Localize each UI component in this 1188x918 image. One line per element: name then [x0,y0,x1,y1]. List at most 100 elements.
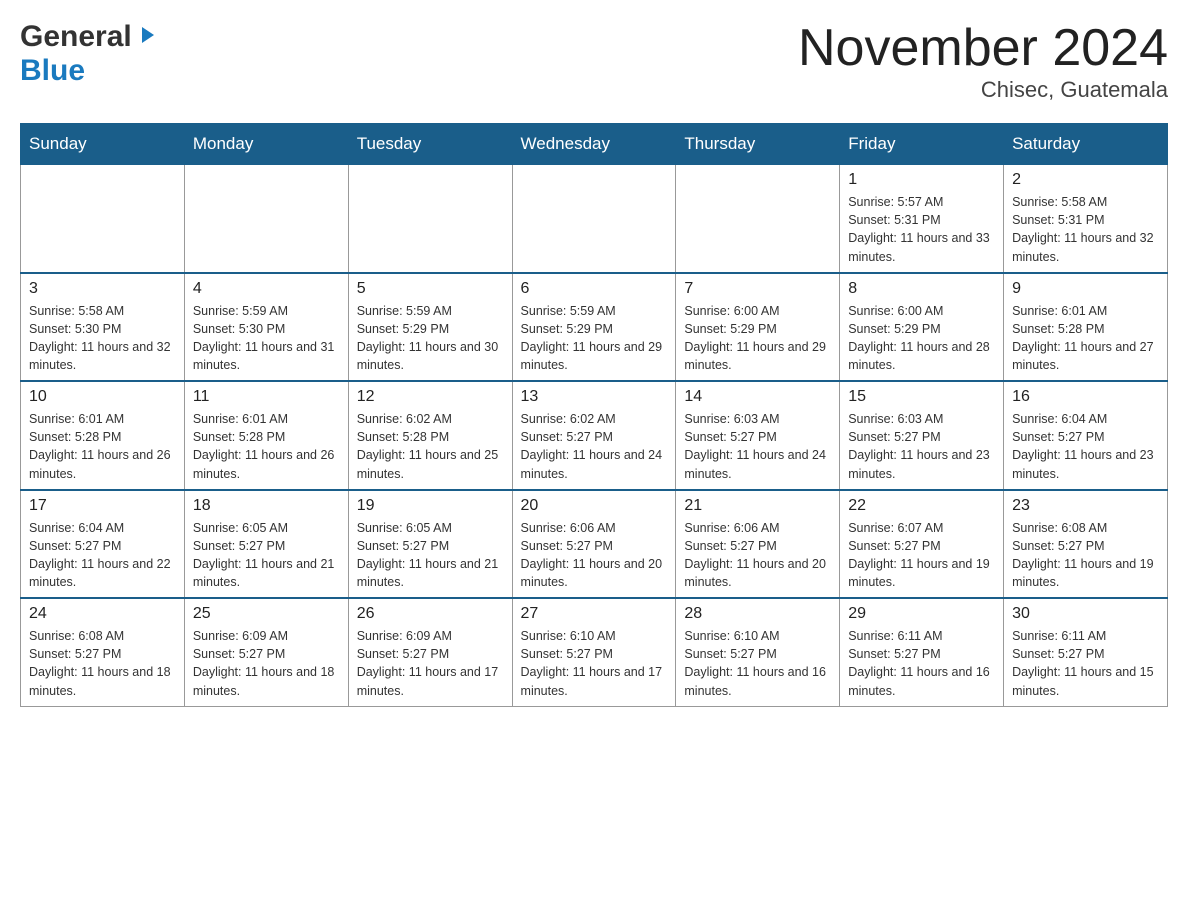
day-info: Sunrise: 6:06 AMSunset: 5:27 PMDaylight:… [684,519,831,592]
day-cell: 3 Sunrise: 5:58 AMSunset: 5:30 PMDaylight… [21,273,185,382]
logo-blue-text: Blue [20,54,85,88]
logo: General Blue [20,20,156,88]
day-info: Sunrise: 6:00 AMSunset: 5:29 PMDaylight:… [684,302,831,375]
day-cell: 30 Sunrise: 6:11 AMSunset: 5:27 PMDayligh… [1004,598,1168,706]
day-cell: 27Sunrise: 6:10 AMSunset: 5:27 PMDayligh… [512,598,676,706]
day-number: 20 [521,497,668,515]
day-cell: 10 Sunrise: 6:01 AMSunset: 5:28 PMDayligh… [21,381,185,490]
day-cell: 9 Sunrise: 6:01 AMSunset: 5:28 PMDaylight… [1004,273,1168,382]
day-number: 4 [193,280,340,298]
day-number: 21 [684,497,831,515]
day-cell: 22Sunrise: 6:07 AMSunset: 5:27 PMDayligh… [840,490,1004,599]
page-title: November 2024 [798,20,1168,77]
day-number: 28 [684,605,831,623]
day-info: Sunrise: 6:01 AMSunset: 5:28 PMDaylight:… [29,410,176,483]
day-cell [676,165,840,273]
day-info: Sunrise: 5:59 AMSunset: 5:29 PMDaylight:… [357,302,504,375]
day-info: Sunrise: 6:04 AMSunset: 5:27 PMDaylight:… [1012,410,1159,483]
day-info: Sunrise: 6:08 AMSunset: 5:27 PMDaylight:… [1012,519,1159,592]
day-number: 13 [521,388,668,406]
day-info: Sunrise: 6:05 AMSunset: 5:27 PMDaylight:… [193,519,340,592]
day-cell: 5 Sunrise: 5:59 AMSunset: 5:29 PMDaylight… [348,273,512,382]
day-cell: 21 Sunrise: 6:06 AMSunset: 5:27 PMDayligh… [676,490,840,599]
day-info: Sunrise: 6:02 AMSunset: 5:27 PMDaylight:… [521,410,668,483]
day-cell: 20Sunrise: 6:06 AMSunset: 5:27 PMDayligh… [512,490,676,599]
day-number: 9 [1012,280,1159,298]
day-number: 6 [521,280,668,298]
day-number: 25 [193,605,340,623]
day-cell: 24 Sunrise: 6:08 AMSunset: 5:27 PMDayligh… [21,598,185,706]
title-block: November 2024 Chisec, Guatemala [798,20,1168,103]
day-number: 8 [848,280,995,298]
day-number: 16 [1012,388,1159,406]
week-row-3: 10 Sunrise: 6:01 AMSunset: 5:28 PMDayligh… [21,381,1168,490]
day-info: Sunrise: 5:58 AMSunset: 5:31 PMDaylight:… [1012,193,1159,266]
day-cell: 12 Sunrise: 6:02 AMSunset: 5:28 PMDayligh… [348,381,512,490]
header-sunday: Sunday [21,124,185,165]
day-info: Sunrise: 6:11 AMSunset: 5:27 PMDaylight:… [1012,627,1159,700]
day-number: 15 [848,388,995,406]
day-cell: 16 Sunrise: 6:04 AMSunset: 5:27 PMDayligh… [1004,381,1168,490]
logo-arrow-icon [134,24,156,51]
day-info: Sunrise: 6:08 AMSunset: 5:27 PMDaylight:… [29,627,176,700]
day-info: Sunrise: 6:02 AMSunset: 5:28 PMDaylight:… [357,410,504,483]
day-number: 2 [1012,171,1159,189]
week-row-4: 17Sunrise: 6:04 AMSunset: 5:27 PMDayligh… [21,490,1168,599]
day-number: 18 [193,497,340,515]
day-number: 10 [29,388,176,406]
day-info: Sunrise: 6:04 AMSunset: 5:27 PMDaylight:… [29,519,176,592]
header-friday: Friday [840,124,1004,165]
day-cell [21,165,185,273]
day-number: 30 [1012,605,1159,623]
day-number: 3 [29,280,176,298]
day-info: Sunrise: 6:00 AMSunset: 5:29 PMDaylight:… [848,302,995,375]
day-cell: 6 Sunrise: 5:59 AMSunset: 5:29 PMDaylight… [512,273,676,382]
page-header: General Blue November 2024 Chisec, Guate… [20,20,1168,103]
page-subtitle: Chisec, Guatemala [798,77,1168,103]
day-number: 14 [684,388,831,406]
day-number: 19 [357,497,504,515]
day-cell: 13 Sunrise: 6:02 AMSunset: 5:27 PMDayligh… [512,381,676,490]
day-cell: 11Sunrise: 6:01 AMSunset: 5:28 PMDayligh… [184,381,348,490]
day-cell: 28 Sunrise: 6:10 AMSunset: 5:27 PMDayligh… [676,598,840,706]
week-row-2: 3 Sunrise: 5:58 AMSunset: 5:30 PMDaylight… [21,273,1168,382]
day-number: 24 [29,605,176,623]
day-cell: 29Sunrise: 6:11 AMSunset: 5:27 PMDayligh… [840,598,1004,706]
header-thursday: Thursday [676,124,840,165]
day-info: Sunrise: 5:57 AMSunset: 5:31 PMDaylight:… [848,193,995,266]
day-number: 12 [357,388,504,406]
day-info: Sunrise: 6:01 AMSunset: 5:28 PMDaylight:… [1012,302,1159,375]
day-number: 29 [848,605,995,623]
header-wednesday: Wednesday [512,124,676,165]
day-cell: 8 Sunrise: 6:00 AMSunset: 5:29 PMDaylight… [840,273,1004,382]
day-cell [184,165,348,273]
header-tuesday: Tuesday [348,124,512,165]
day-info: Sunrise: 6:10 AMSunset: 5:27 PMDaylight:… [521,627,668,700]
day-cell: 1 Sunrise: 5:57 AMSunset: 5:31 PMDaylight… [840,165,1004,273]
day-number: 1 [848,171,995,189]
week-row-5: 24 Sunrise: 6:08 AMSunset: 5:27 PMDayligh… [21,598,1168,706]
day-info: Sunrise: 6:10 AMSunset: 5:27 PMDaylight:… [684,627,831,700]
week-row-1: 1 Sunrise: 5:57 AMSunset: 5:31 PMDaylight… [21,165,1168,273]
day-info: Sunrise: 6:09 AMSunset: 5:27 PMDaylight:… [357,627,504,700]
day-info: Sunrise: 6:03 AMSunset: 5:27 PMDaylight:… [848,410,995,483]
day-cell: 26Sunrise: 6:09 AMSunset: 5:27 PMDayligh… [348,598,512,706]
day-info: Sunrise: 5:59 AMSunset: 5:29 PMDaylight:… [521,302,668,375]
day-cell [348,165,512,273]
day-info: Sunrise: 6:09 AMSunset: 5:27 PMDaylight:… [193,627,340,700]
day-number: 7 [684,280,831,298]
day-cell: 19 Sunrise: 6:05 AMSunset: 5:27 PMDayligh… [348,490,512,599]
day-info: Sunrise: 5:58 AMSunset: 5:30 PMDaylight:… [29,302,176,375]
day-cell: 17Sunrise: 6:04 AMSunset: 5:27 PMDayligh… [21,490,185,599]
day-cell: 7 Sunrise: 6:00 AMSunset: 5:29 PMDaylight… [676,273,840,382]
day-info: Sunrise: 6:03 AMSunset: 5:27 PMDaylight:… [684,410,831,483]
day-info: Sunrise: 6:05 AMSunset: 5:27 PMDaylight:… [357,519,504,592]
day-cell: 14 Sunrise: 6:03 AMSunset: 5:27 PMDayligh… [676,381,840,490]
day-cell: 15 Sunrise: 6:03 AMSunset: 5:27 PMDayligh… [840,381,1004,490]
header-saturday: Saturday [1004,124,1168,165]
day-info: Sunrise: 6:01 AMSunset: 5:28 PMDaylight:… [193,410,340,483]
day-cell: 2 Sunrise: 5:58 AMSunset: 5:31 PMDaylight… [1004,165,1168,273]
day-number: 5 [357,280,504,298]
weekday-header-row: Sunday Monday Tuesday Wednesday Thursday… [21,124,1168,165]
day-cell: 23Sunrise: 6:08 AMSunset: 5:27 PMDayligh… [1004,490,1168,599]
